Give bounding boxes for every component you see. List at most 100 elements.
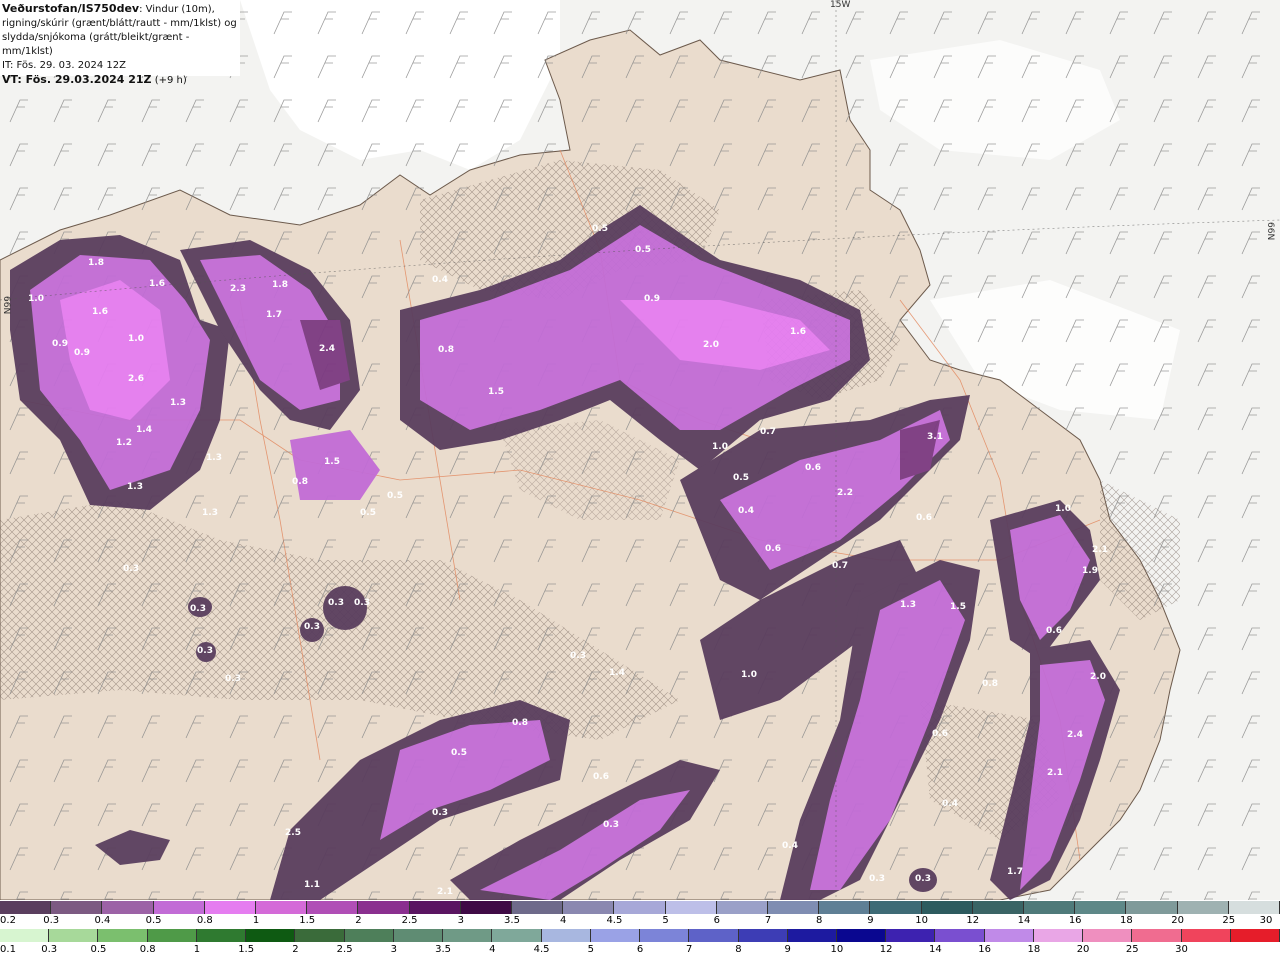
scale-swatch <box>1024 901 1076 914</box>
snow-color-scale <box>0 901 1280 914</box>
scale-swatch <box>204 901 257 914</box>
scale-tick-label: 0.8 <box>196 915 213 926</box>
scale-tick-label: 30 <box>1259 915 1273 926</box>
scale-swatch <box>716 901 769 914</box>
lat-label-left: 66N <box>1 296 11 315</box>
scale-tick-label: 12 <box>879 944 893 955</box>
precip-value-label: 1.6 <box>92 307 108 317</box>
precip-value-label: 1.4 <box>609 668 625 678</box>
scale-tick-label: 4 <box>489 944 496 955</box>
precip-value-label: 0.5 <box>592 224 608 234</box>
precip-value-label: 0.4 <box>942 799 958 809</box>
scale-tick-label: 2.5 <box>336 944 353 955</box>
scale-tick-label: 6 <box>636 944 644 955</box>
lat-label-right: 66N <box>1265 222 1275 241</box>
scale-swatch <box>768 901 820 914</box>
precip-value-label: 1.7 <box>266 310 282 320</box>
scale-tick-label: 7 <box>686 944 693 955</box>
scale-swatch <box>1126 901 1178 914</box>
scale-swatch <box>246 929 296 942</box>
precip-value-label: 2.1 <box>1092 545 1108 555</box>
scale-tick-label: 9 <box>867 915 874 926</box>
scale-tick-label: 4.5 <box>533 944 550 955</box>
scale-swatch <box>819 901 871 914</box>
precip-value-label: 0.3 <box>225 674 241 684</box>
precip-value-label: 0.8 <box>438 345 454 355</box>
scale-swatch <box>984 929 1034 942</box>
scale-swatch <box>344 929 394 942</box>
precip-value-label: 1.3 <box>202 508 218 518</box>
scale-swatch <box>512 901 564 914</box>
scale-swatch <box>836 929 887 942</box>
scale-swatch <box>640 929 690 942</box>
scale-swatch <box>409 901 461 914</box>
scale-swatch <box>738 929 788 942</box>
scale-tick-label: 0.4 <box>94 915 111 926</box>
scale-tick-label: 0.5 <box>90 944 107 955</box>
scale-swatch <box>51 901 103 914</box>
precip-value-label: 1.3 <box>170 398 186 408</box>
precip-value-label: 0.5 <box>733 473 749 483</box>
scale-swatch <box>0 929 50 942</box>
scale-swatch <box>49 929 99 942</box>
scale-swatch <box>1083 929 1133 942</box>
precip-value-label: 2.1 <box>1047 768 1063 778</box>
precip-value-label: 0.3 <box>354 598 370 608</box>
scale-tick-label: 4 <box>560 915 567 926</box>
precip-value-label: 1.0 <box>741 670 757 680</box>
scale-swatch <box>935 929 985 942</box>
scale-swatch <box>1132 929 1182 942</box>
scale-tick-label: 1 <box>252 915 260 926</box>
color-legend: 0.2 0.3 0.4 0.5 0.8 1 1.5 2 2.5 3 3.5 4 4.5 5 6 7 8 9 10 12… <box>0 900 1280 958</box>
precip-value-label: 0.4 <box>782 841 798 851</box>
precip-value-label: 2.3 <box>230 284 246 294</box>
scale-swatch <box>665 901 717 914</box>
precip-value-label: 0.6 <box>932 729 948 739</box>
precip-value-label: 0.9 <box>74 348 90 358</box>
header-line4: IT: Fös. 29. 03. 2024 12Z <box>2 60 126 71</box>
scale-tick-label: 3 <box>390 944 398 955</box>
scale-swatch <box>1181 929 1231 942</box>
precip-value-label: 2.6 <box>128 374 144 384</box>
scale-swatch <box>563 901 615 914</box>
precip-value-label: 0.3 <box>123 564 139 574</box>
lead-time: (+9 h) <box>151 75 187 86</box>
precip-value-label: 1.3 <box>900 600 916 610</box>
precip-value-label: 1.0 <box>712 442 728 452</box>
rain-color-scale <box>0 929 1280 942</box>
scale-swatch <box>541 929 591 942</box>
precip-value-label: 0.3 <box>328 598 344 608</box>
precip-value-label: 0.6 <box>593 772 609 782</box>
scale-tick-label: 1.5 <box>238 944 255 955</box>
precip-value-label: 1.9 <box>1082 566 1098 576</box>
header-line3: slydda/snjókoma (grátt/bleikt/grænt - mm… <box>2 32 190 57</box>
snow-scale-ticks: 0.2 0.3 0.4 0.5 0.8 1 1.5 2 2.5 3 3.5 4 4.5 5 6 7 8 9 10 12… <box>0 915 1280 927</box>
precip-value-label: 2.1 <box>437 887 453 897</box>
precip-value-label: 1.8 <box>88 258 104 268</box>
rain-scale-ticks: 0.1 0.3 0.5 0.8 1 1.5 2 2.5 3 3.5 4 4.5 5 6 7 8 9 10 12 14 1… <box>0 944 1280 956</box>
scale-swatch <box>492 929 542 942</box>
scale-tick-label: 0.5 <box>145 915 162 926</box>
scale-tick-label: 18 <box>1120 915 1133 926</box>
precip-value-label: 0.3 <box>869 874 885 884</box>
source-label: Veðurstofan/IS750dev <box>2 2 140 15</box>
precip-value-label: 2.4 <box>319 344 335 354</box>
scale-tick-label: 5 <box>662 915 669 926</box>
scale-tick-label: 30 <box>1175 944 1188 955</box>
map-header: Veðurstofan/IS750dev: Vindur (10m), rign… <box>0 0 240 86</box>
precip-value-label: 0.3 <box>197 646 213 656</box>
precip-value-label: 0.5 <box>387 491 403 501</box>
precip-value-label: 2.0 <box>1090 672 1106 682</box>
precip-value-label: 1.0 <box>28 294 44 304</box>
scale-tick-label: 2 <box>292 944 299 955</box>
precip-value-label: 0.8 <box>512 718 528 728</box>
scale-swatch <box>295 929 345 942</box>
precip-value-label: 1.2 <box>116 438 132 448</box>
precip-value-label: 1.6 <box>149 279 165 289</box>
scale-tick-label: 9 <box>784 944 791 955</box>
scale-tick-label: 7 <box>764 915 772 926</box>
header-line2: rigning/skúrir (grænt/blátt/rautt - mm/1… <box>2 18 237 29</box>
precip-value-label: 1.3 <box>127 482 143 492</box>
scale-tick-label: 10 <box>830 944 844 955</box>
precip-value-label: 0.3 <box>190 604 206 614</box>
